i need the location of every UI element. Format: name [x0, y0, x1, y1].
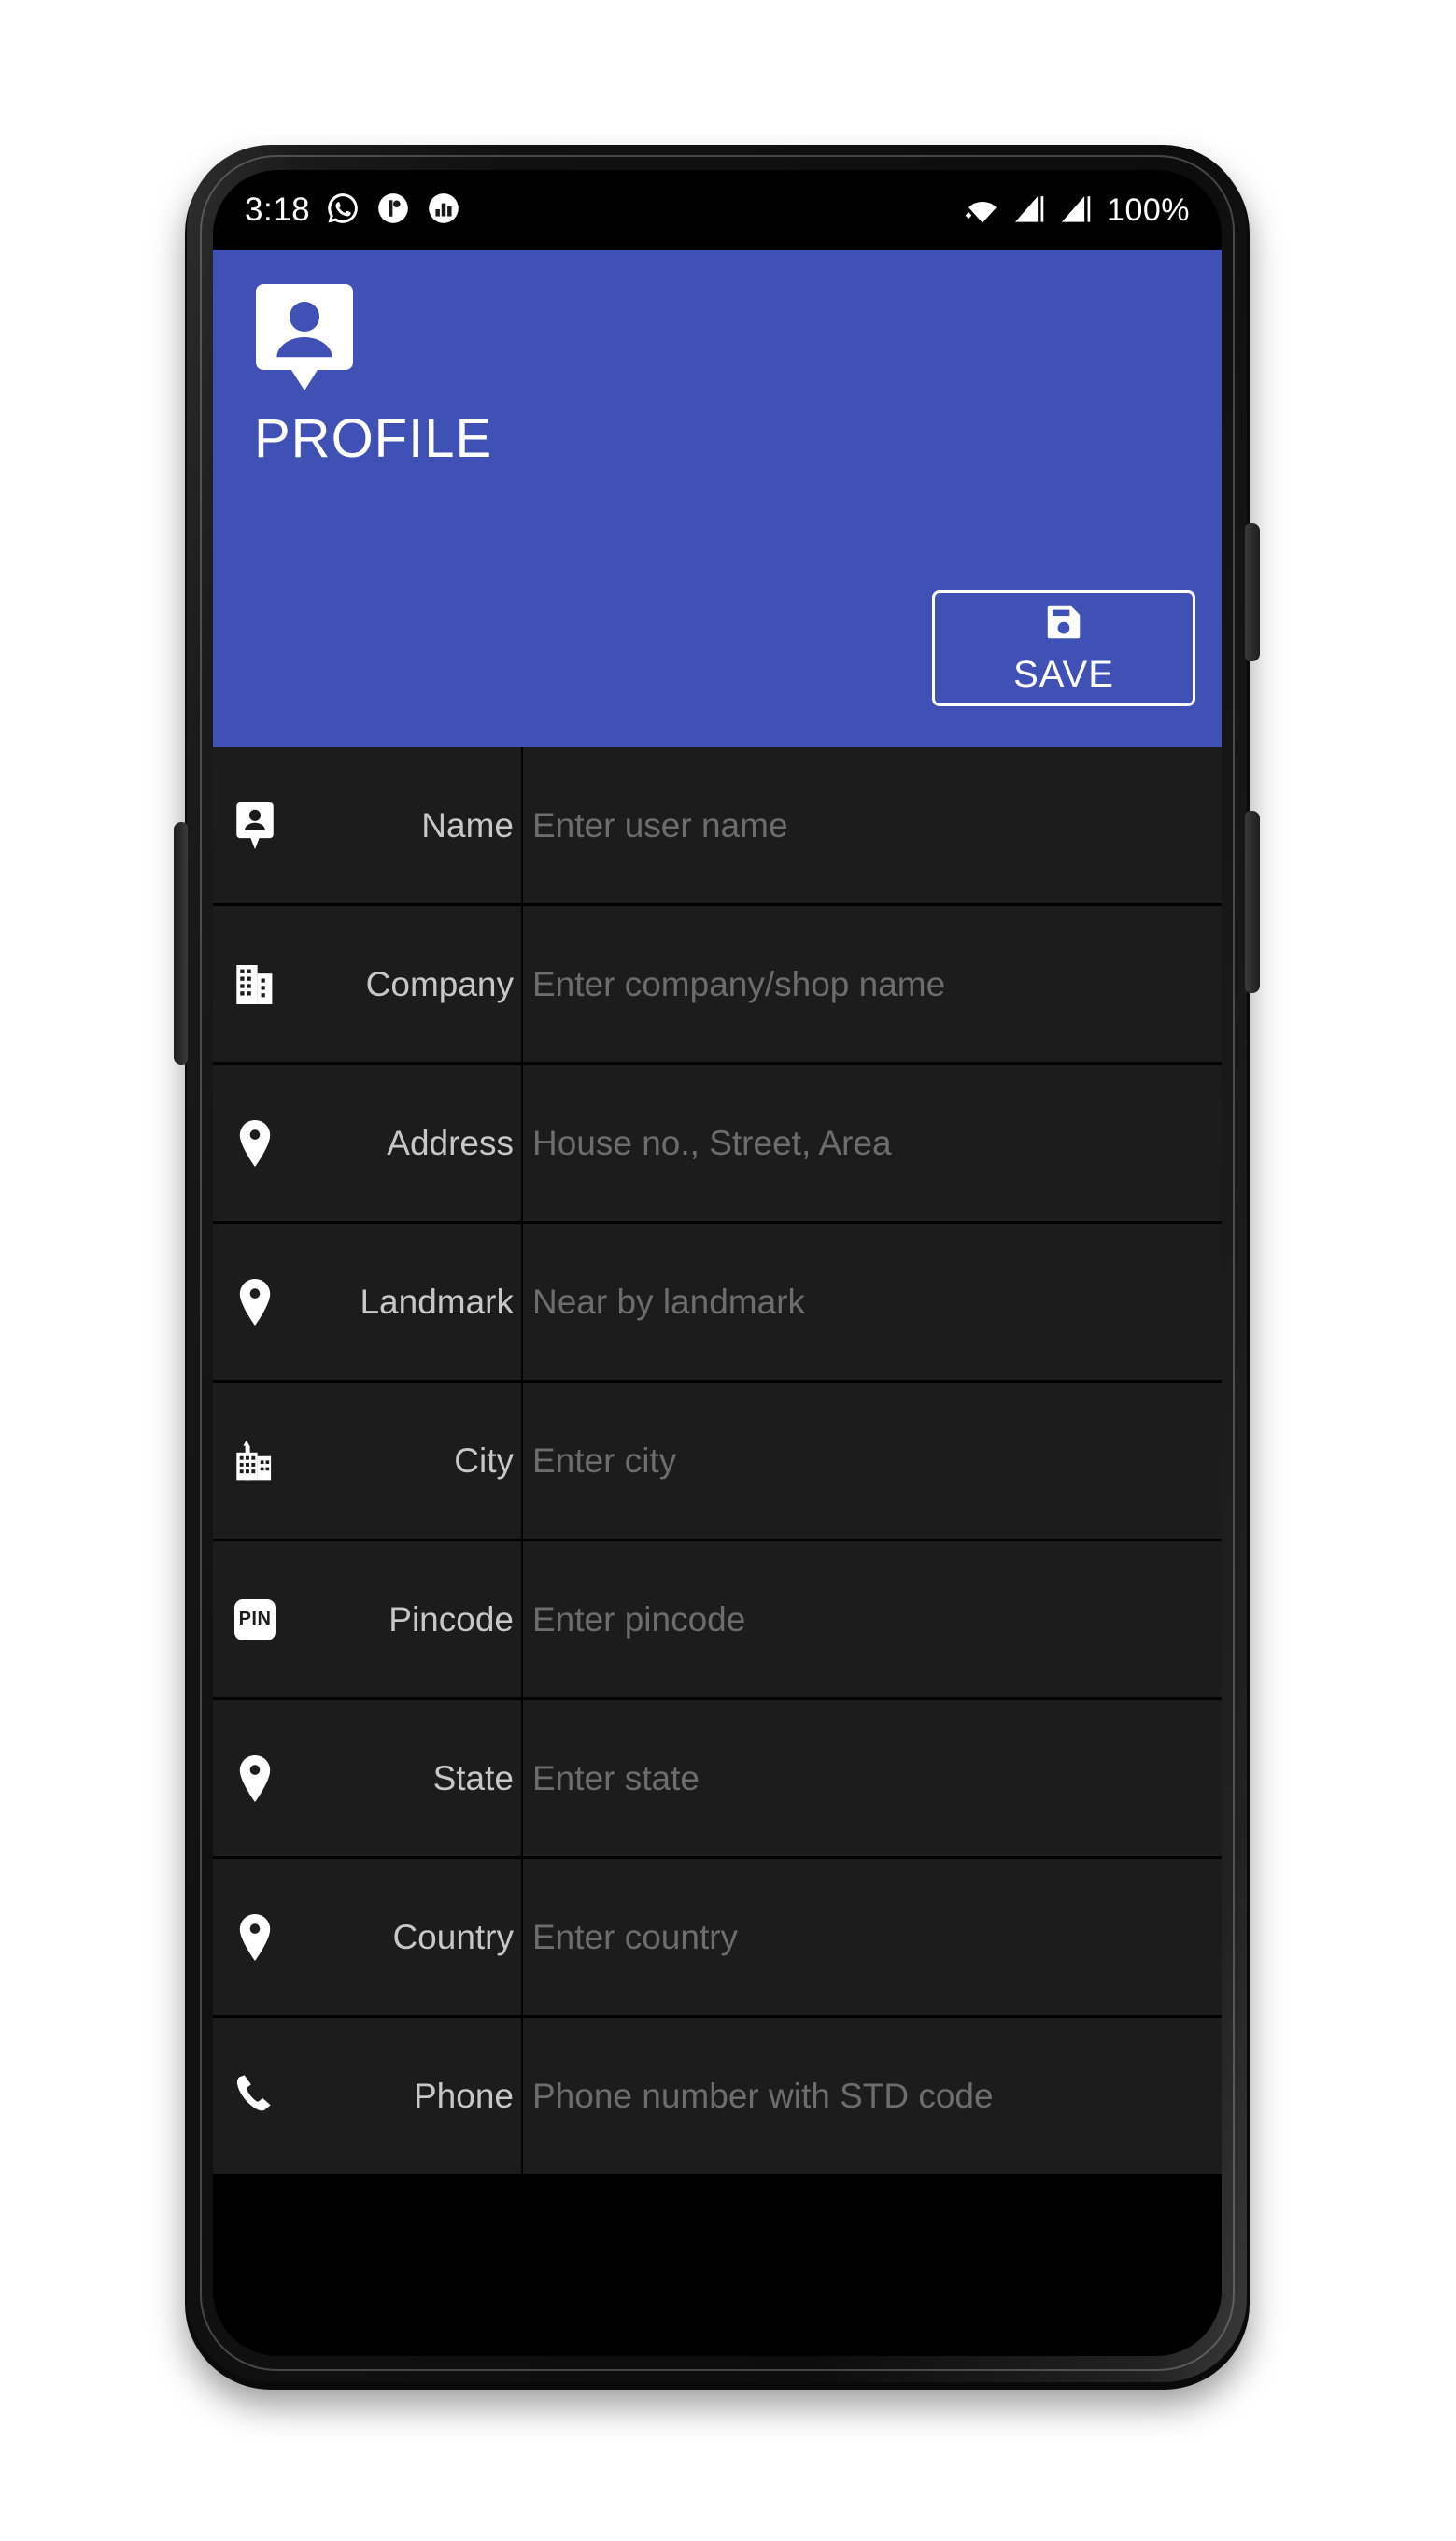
form-row-label-cell: Phone [213, 2018, 521, 2174]
battery-percentage: 100% [1107, 192, 1190, 228]
form-row-input-cell[interactable] [521, 1383, 1222, 1539]
form-row-name: Name [213, 747, 1222, 903]
form-row-input-cell[interactable] [521, 2018, 1222, 2174]
signal-bars-icon [1013, 192, 1049, 229]
form-row-label: Country [392, 1917, 514, 1956]
form-row-input-cell[interactable] [521, 1541, 1222, 1697]
form-row-input-cell[interactable] [521, 906, 1222, 1062]
volume-rocker-button[interactable] [174, 822, 188, 1065]
status-bar-right-group: 100% [963, 192, 1190, 229]
pincode-input[interactable] [523, 1599, 1222, 1640]
form-row-landmark: Landmark [213, 1224, 1222, 1380]
form-row-label-cell: State [213, 1700, 521, 1856]
form-row-label-cell: Name [213, 747, 521, 903]
form-row-label-cell: PIN Pincode [213, 1541, 521, 1697]
form-row-label-cell: Address [213, 1065, 521, 1221]
contact-card-icon [233, 802, 276, 850]
pin-code-badge-icon: PIN [233, 1596, 276, 1644]
form-row-input-cell[interactable] [521, 1859, 1222, 2015]
form-row-pincode: PIN Pincode [213, 1541, 1222, 1697]
map-pin-icon [233, 1278, 276, 1327]
name-input[interactable] [523, 805, 1222, 845]
wifi-icon [963, 192, 1002, 229]
form-row-label: City [454, 1441, 514, 1480]
state-input[interactable] [523, 1758, 1222, 1798]
address-input[interactable] [523, 1123, 1222, 1163]
power-button[interactable] [1245, 811, 1260, 993]
form-row-label: Pincode [389, 1599, 514, 1639]
pin-badge-text: PIN [234, 1598, 276, 1640]
save-button-label: SAVE [1013, 654, 1114, 695]
city-input[interactable] [523, 1441, 1222, 1481]
signal-bars-icon [1060, 192, 1096, 229]
phone-screen: 3:18 100% PROFILE SAVE Name Enter user n… [213, 170, 1222, 2356]
map-pin-icon [233, 1913, 276, 1962]
floppy-disk-save-icon [1042, 601, 1085, 648]
status-bar-left-group: 3:18 [245, 191, 461, 231]
volume-button[interactable] [1245, 523, 1260, 661]
form-row-label-cell: City [213, 1383, 521, 1539]
form-row-label: State [432, 1758, 514, 1797]
form-row-input-cell[interactable] [521, 1700, 1222, 1856]
landmark-input[interactable] [523, 1282, 1222, 1322]
form-row-company: Company [213, 906, 1222, 1062]
form-row-state: State [213, 1700, 1222, 1856]
country-input[interactable] [523, 1917, 1222, 1957]
form-row-input-cell[interactable] [521, 747, 1222, 903]
map-pin-icon [233, 1754, 276, 1803]
office-building-icon [233, 960, 276, 1009]
whatsapp-icon [325, 191, 360, 231]
app-header: PROFILE SAVE [213, 250, 1222, 747]
form-row-label: Address [387, 1123, 514, 1162]
form-row-label: Name [421, 805, 514, 845]
form-row-input-cell[interactable] [521, 1065, 1222, 1221]
status-bar: 3:18 100% [213, 170, 1222, 250]
form-row-input-cell[interactable] [521, 1224, 1222, 1380]
map-pin-icon [233, 1119, 276, 1168]
form-row-phone: Phone [213, 2018, 1222, 2174]
form-row-label: Phone [414, 2076, 514, 2115]
form-row-label: Landmark [360, 1282, 514, 1321]
phone-input[interactable] [523, 2076, 1222, 2116]
form-row-city: City [213, 1383, 1222, 1539]
form-row-label-cell: Landmark [213, 1224, 521, 1380]
profile-form-list: Name Enter user name Company Enter compa… [213, 747, 1222, 2356]
profile-badge-icon [256, 284, 353, 392]
page-title: PROFILE [254, 408, 493, 469]
city-skyline-icon [233, 1437, 276, 1485]
form-row-address: Address [213, 1065, 1222, 1221]
phone-handset-icon [233, 2072, 276, 2121]
form-row-country: Country [213, 1859, 1222, 2015]
status-time: 3:18 [245, 192, 311, 228]
save-button[interactable]: SAVE [932, 590, 1195, 706]
form-row-label-cell: Country [213, 1859, 521, 2015]
chart-notification-icon [426, 191, 461, 231]
device-stage: 3:18 100% PROFILE SAVE Name Enter user n… [0, 0, 1456, 2541]
form-row-label-cell: Company [213, 906, 521, 1062]
company-input[interactable] [523, 964, 1222, 1004]
form-row-label: Company [365, 964, 514, 1003]
app-notification-icon [375, 191, 411, 231]
